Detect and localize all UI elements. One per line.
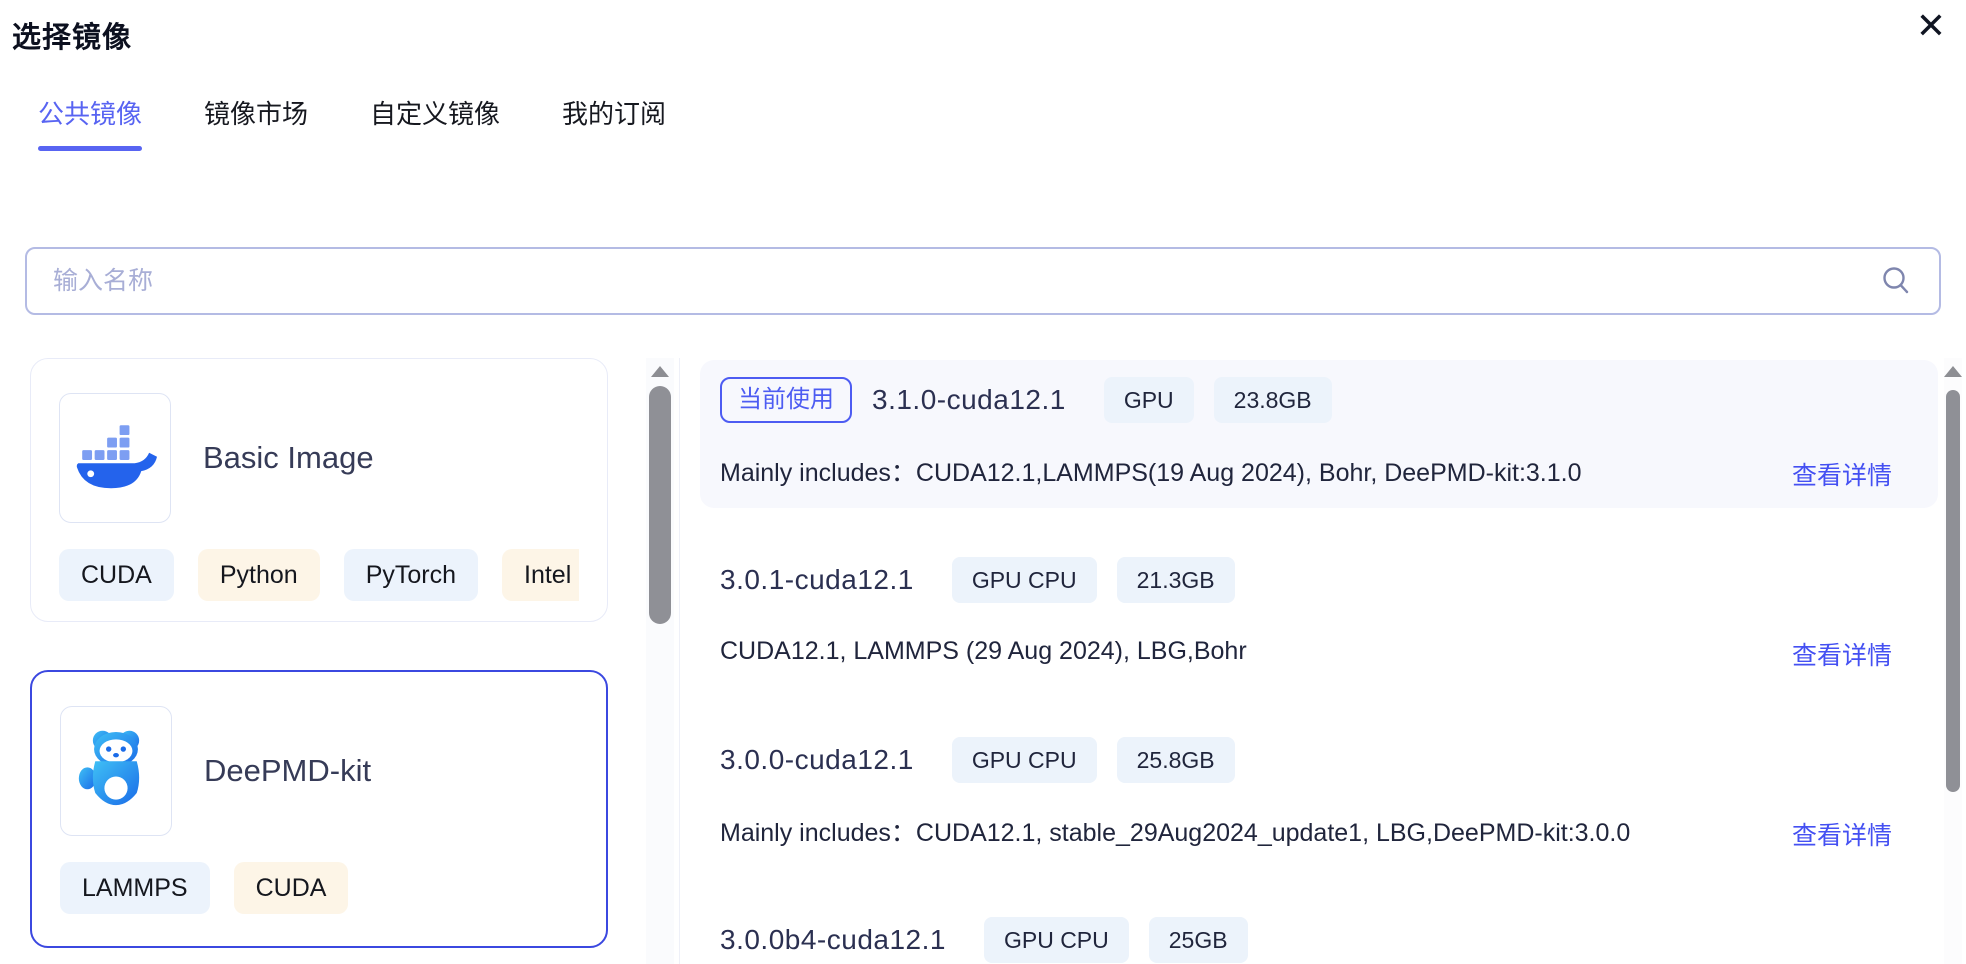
scroll-up-icon[interactable] [651,366,669,377]
tab-image-market[interactable]: 镜像市场 [204,94,308,151]
page-title: 选择镜像 [12,14,132,56]
size-tag: 25GB [1149,917,1248,963]
card-tag: CUDA [234,862,349,914]
scrollbar-thumb[interactable] [649,386,671,624]
card-title: DeePMD-kit [204,753,371,789]
view-details-link[interactable]: 查看详情 [1792,636,1892,672]
version-description: Mainly includes：CUDA12.1, stable_29Aug20… [720,808,1630,854]
scrollbar-thumb[interactable] [1946,390,1960,792]
hardware-tag: GPU CPU [984,917,1129,963]
view-details-link[interactable]: 查看详情 [1792,816,1892,852]
version-name: 3.0.0b4-cuda12.1 [720,924,946,956]
image-card-basic-image[interactable]: Basic Image CUDA Python PyTorch Intel [30,358,608,622]
tab-bar: 公共镜像 镜像市场 自定义镜像 我的订阅 [38,94,666,151]
hardware-tag: GPU CPU [952,737,1097,783]
version-row-3-0-1[interactable]: 3.0.1-cuda12.1 GPU CPU 21.3GB CUDA12.1, … [700,540,1938,720]
card-tag: Python [198,549,320,601]
scroll-up-icon[interactable] [1944,366,1962,377]
version-list-scrollbar[interactable] [1944,358,1962,964]
version-description: CUDA12.1, LAMMPS (29 Aug 2024), LBG,Bohr [720,628,1247,674]
version-name: 3.1.0-cuda12.1 [872,384,1066,416]
hardware-tag: GPU [1104,377,1194,423]
version-description: Mainly includes：CUDA12.1,LAMMPS(19 Aug 2… [720,448,1582,494]
version-name: 3.0.0-cuda12.1 [720,744,914,776]
size-tag: 23.8GB [1214,377,1332,423]
size-tag: 21.3GB [1117,557,1235,603]
deepmd-panda-icon [60,706,172,836]
card-tag-row: LAMMPS CUDA [60,862,578,914]
card-title: Basic Image [203,440,374,476]
left-panel-scrollbar[interactable] [646,358,674,964]
version-name: 3.0.1-cuda12.1 [720,564,914,596]
card-tag: LAMMPS [60,862,210,914]
version-row-3-1-0[interactable]: 当前使用 3.1.0-cuda12.1 GPU 23.8GB Mainly in… [700,360,1938,508]
version-row-3-0-0b4[interactable]: 3.0.0b4-cuda12.1 GPU CPU 25GB [700,900,1938,964]
current-use-badge: 当前使用 [720,377,852,423]
tab-custom-images[interactable]: 自定义镜像 [370,94,500,151]
image-card-deepmd-kit[interactable]: DeePMD-kit LAMMPS CUDA [30,670,608,948]
version-row-3-0-0[interactable]: 3.0.0-cuda12.1 GPU CPU 25.8GB Mainly inc… [700,720,1938,900]
card-tag-row: CUDA Python PyTorch Intel [59,549,579,601]
hardware-tag: GPU CPU [952,557,1097,603]
tab-public-images[interactable]: 公共镜像 [38,94,142,151]
size-tag: 25.8GB [1117,737,1235,783]
card-tag: CUDA [59,549,174,601]
version-list: 当前使用 3.1.0-cuda12.1 GPU 23.8GB Mainly in… [700,0,1940,964]
panel-divider [679,358,680,964]
tab-my-subscriptions[interactable]: 我的订阅 [562,94,666,151]
card-tag: PyTorch [344,549,478,601]
card-tag: Intel [502,549,579,601]
docker-whale-icon [59,393,171,523]
view-details-link[interactable]: 查看详情 [1792,456,1892,492]
